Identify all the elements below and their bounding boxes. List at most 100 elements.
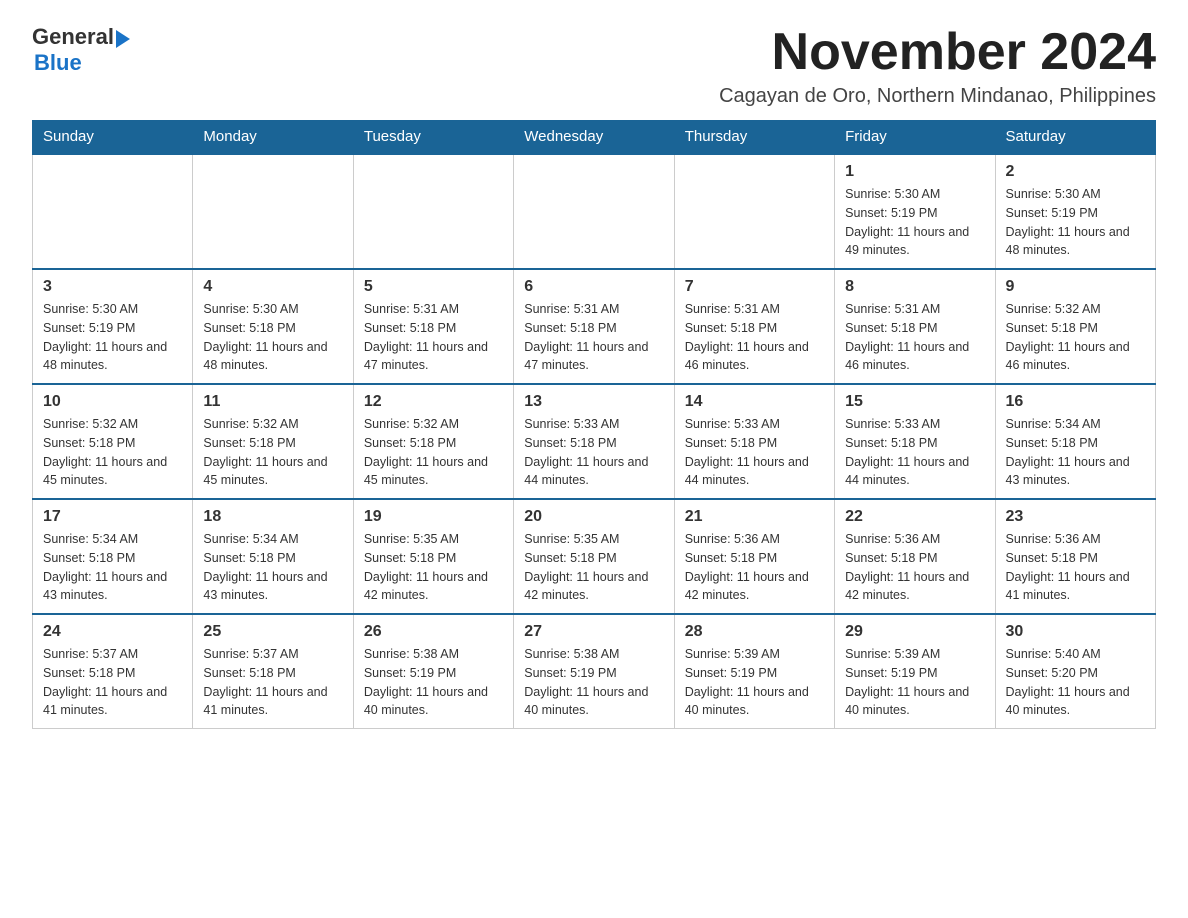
day-info: Sunrise: 5:38 AM Sunset: 5:19 PM Dayligh… [364, 645, 503, 720]
logo-arrow-icon [116, 30, 130, 48]
logo-blue-text: Blue [34, 50, 130, 76]
calendar-week-row: 1 Sunrise: 5:30 AM Sunset: 5:19 PM Daylig… [33, 154, 1156, 269]
calendar-cell: 22 Sunrise: 5:36 AM Sunset: 5:18 PM Dayli… [835, 499, 995, 614]
calendar-cell: 4Sunrise: 5:30 AM Sunset: 5:18 PM Daylig… [193, 269, 353, 384]
header: General Blue November 2024 Cagayan de Or… [32, 24, 1156, 108]
calendar-cell [33, 154, 193, 269]
calendar-cell: 6 Sunrise: 5:31 AM Sunset: 5:18 PM Daylig… [514, 269, 674, 384]
calendar-cell: 11 Sunrise: 5:32 AM Sunset: 5:18 PM Dayli… [193, 384, 353, 499]
calendar-header-row: SundayMondayTuesdayWednesdayThursdayFrid… [33, 120, 1156, 154]
day-number: 26 [364, 623, 503, 641]
day-info: Sunrise: 5:32 AM Sunset: 5:18 PM Dayligh… [203, 415, 342, 490]
calendar-day-header: Saturday [995, 120, 1155, 154]
day-number: 23 [1006, 508, 1145, 526]
day-info: Sunrise: 5:39 AM Sunset: 5:19 PM Dayligh… [685, 645, 824, 720]
calendar-cell: 24 Sunrise: 5:37 AM Sunset: 5:18 PM Dayli… [33, 614, 193, 729]
calendar-cell [353, 154, 513, 269]
day-info: Sunrise: 5:30 AM Sunset: 5:19 PM Dayligh… [845, 185, 984, 260]
day-info: Sunrise: 5:34 AM Sunset: 5:18 PM Dayligh… [1006, 415, 1145, 490]
calendar-cell [674, 154, 834, 269]
calendar-cell [193, 154, 353, 269]
calendar-week-row: 10 Sunrise: 5:32 AM Sunset: 5:18 PM Dayli… [33, 384, 1156, 499]
calendar-cell: 20 Sunrise: 5:35 AM Sunset: 5:18 PM Dayli… [514, 499, 674, 614]
day-info: Sunrise: 5:33 AM Sunset: 5:18 PM Dayligh… [845, 415, 984, 490]
day-number: 24 [43, 623, 182, 641]
day-number: 22 [845, 508, 984, 526]
calendar-cell: 15 Sunrise: 5:33 AM Sunset: 5:18 PM Dayli… [835, 384, 995, 499]
calendar-day-header: Tuesday [353, 120, 513, 154]
day-number: 8 [845, 278, 984, 296]
day-number: 7 [685, 278, 824, 296]
day-number: 27 [524, 623, 663, 641]
day-info: Sunrise: 5:34 AM Sunset: 5:18 PM Dayligh… [203, 530, 342, 605]
day-number: 19 [364, 508, 503, 526]
calendar-cell: 3 Sunrise: 5:30 AM Sunset: 5:19 PM Daylig… [33, 269, 193, 384]
calendar-cell: 26 Sunrise: 5:38 AM Sunset: 5:19 PM Dayli… [353, 614, 513, 729]
logo-general-text: General [32, 24, 114, 50]
calendar-day-header: Monday [193, 120, 353, 154]
calendar-day-header: Thursday [674, 120, 834, 154]
title-area: November 2024 Cagayan de Oro, Northern M… [719, 24, 1156, 108]
location-subtitle: Cagayan de Oro, Northern Mindanao, Phili… [719, 85, 1156, 108]
day-info: Sunrise: 5:37 AM Sunset: 5:18 PM Dayligh… [43, 645, 182, 720]
logo: General Blue [32, 24, 130, 76]
day-info: Sunrise: 5:36 AM Sunset: 5:18 PM Dayligh… [685, 530, 824, 605]
calendar-cell: 18 Sunrise: 5:34 AM Sunset: 5:18 PM Dayli… [193, 499, 353, 614]
day-number: 16 [1006, 393, 1145, 411]
calendar-cell: 2 Sunrise: 5:30 AM Sunset: 5:19 PM Daylig… [995, 154, 1155, 269]
day-number: 18 [203, 508, 342, 526]
calendar-cell: 12Sunrise: 5:32 AM Sunset: 5:18 PM Dayli… [353, 384, 513, 499]
day-info: Sunrise: 5:36 AM Sunset: 5:18 PM Dayligh… [845, 530, 984, 605]
calendar-cell: 29Sunrise: 5:39 AM Sunset: 5:19 PM Dayli… [835, 614, 995, 729]
day-info: Sunrise: 5:31 AM Sunset: 5:18 PM Dayligh… [685, 300, 824, 375]
day-info: Sunrise: 5:33 AM Sunset: 5:18 PM Dayligh… [524, 415, 663, 490]
day-info: Sunrise: 5:37 AM Sunset: 5:18 PM Dayligh… [203, 645, 342, 720]
day-info: Sunrise: 5:30 AM Sunset: 5:19 PM Dayligh… [43, 300, 182, 375]
calendar-table: SundayMondayTuesdayWednesdayThursdayFrid… [32, 120, 1156, 729]
calendar-cell: 13Sunrise: 5:33 AM Sunset: 5:18 PM Dayli… [514, 384, 674, 499]
calendar-cell: 28 Sunrise: 5:39 AM Sunset: 5:19 PM Dayli… [674, 614, 834, 729]
calendar-cell: 1 Sunrise: 5:30 AM Sunset: 5:19 PM Daylig… [835, 154, 995, 269]
calendar-week-row: 3 Sunrise: 5:30 AM Sunset: 5:19 PM Daylig… [33, 269, 1156, 384]
day-number: 10 [43, 393, 182, 411]
calendar-cell: 14 Sunrise: 5:33 AM Sunset: 5:18 PM Dayli… [674, 384, 834, 499]
calendar-day-header: Wednesday [514, 120, 674, 154]
day-info: Sunrise: 5:38 AM Sunset: 5:19 PM Dayligh… [524, 645, 663, 720]
day-number: 28 [685, 623, 824, 641]
day-info: Sunrise: 5:34 AM Sunset: 5:18 PM Dayligh… [43, 530, 182, 605]
day-info: Sunrise: 5:32 AM Sunset: 5:18 PM Dayligh… [43, 415, 182, 490]
calendar-cell: 19Sunrise: 5:35 AM Sunset: 5:18 PM Dayli… [353, 499, 513, 614]
calendar-day-header: Sunday [33, 120, 193, 154]
day-number: 11 [203, 393, 342, 411]
calendar-cell [514, 154, 674, 269]
calendar-cell: 27 Sunrise: 5:38 AM Sunset: 5:19 PM Dayli… [514, 614, 674, 729]
day-number: 12 [364, 393, 503, 411]
calendar-cell: 5 Sunrise: 5:31 AM Sunset: 5:18 PM Daylig… [353, 269, 513, 384]
day-number: 9 [1006, 278, 1145, 296]
day-info: Sunrise: 5:33 AM Sunset: 5:18 PM Dayligh… [685, 415, 824, 490]
calendar-cell: 17 Sunrise: 5:34 AM Sunset: 5:18 PM Dayli… [33, 499, 193, 614]
day-number: 20 [524, 508, 663, 526]
day-number: 5 [364, 278, 503, 296]
day-number: 15 [845, 393, 984, 411]
calendar-cell: 23 Sunrise: 5:36 AM Sunset: 5:18 PM Dayli… [995, 499, 1155, 614]
day-number: 1 [845, 163, 984, 181]
day-number: 17 [43, 508, 182, 526]
day-info: Sunrise: 5:35 AM Sunset: 5:18 PM Dayligh… [524, 530, 663, 605]
day-number: 2 [1006, 163, 1145, 181]
day-info: Sunrise: 5:30 AM Sunset: 5:19 PM Dayligh… [1006, 185, 1145, 260]
day-number: 6 [524, 278, 663, 296]
calendar-cell: 7 Sunrise: 5:31 AM Sunset: 5:18 PM Daylig… [674, 269, 834, 384]
calendar-cell: 25Sunrise: 5:37 AM Sunset: 5:18 PM Dayli… [193, 614, 353, 729]
day-info: Sunrise: 5:31 AM Sunset: 5:18 PM Dayligh… [364, 300, 503, 375]
calendar-cell: 21Sunrise: 5:36 AM Sunset: 5:18 PM Dayli… [674, 499, 834, 614]
day-number: 29 [845, 623, 984, 641]
day-info: Sunrise: 5:36 AM Sunset: 5:18 PM Dayligh… [1006, 530, 1145, 605]
day-number: 14 [685, 393, 824, 411]
day-info: Sunrise: 5:31 AM Sunset: 5:18 PM Dayligh… [524, 300, 663, 375]
day-number: 4 [203, 278, 342, 296]
day-info: Sunrise: 5:40 AM Sunset: 5:20 PM Dayligh… [1006, 645, 1145, 720]
day-number: 3 [43, 278, 182, 296]
calendar-day-header: Friday [835, 120, 995, 154]
calendar-cell: 9Sunrise: 5:32 AM Sunset: 5:18 PM Daylig… [995, 269, 1155, 384]
